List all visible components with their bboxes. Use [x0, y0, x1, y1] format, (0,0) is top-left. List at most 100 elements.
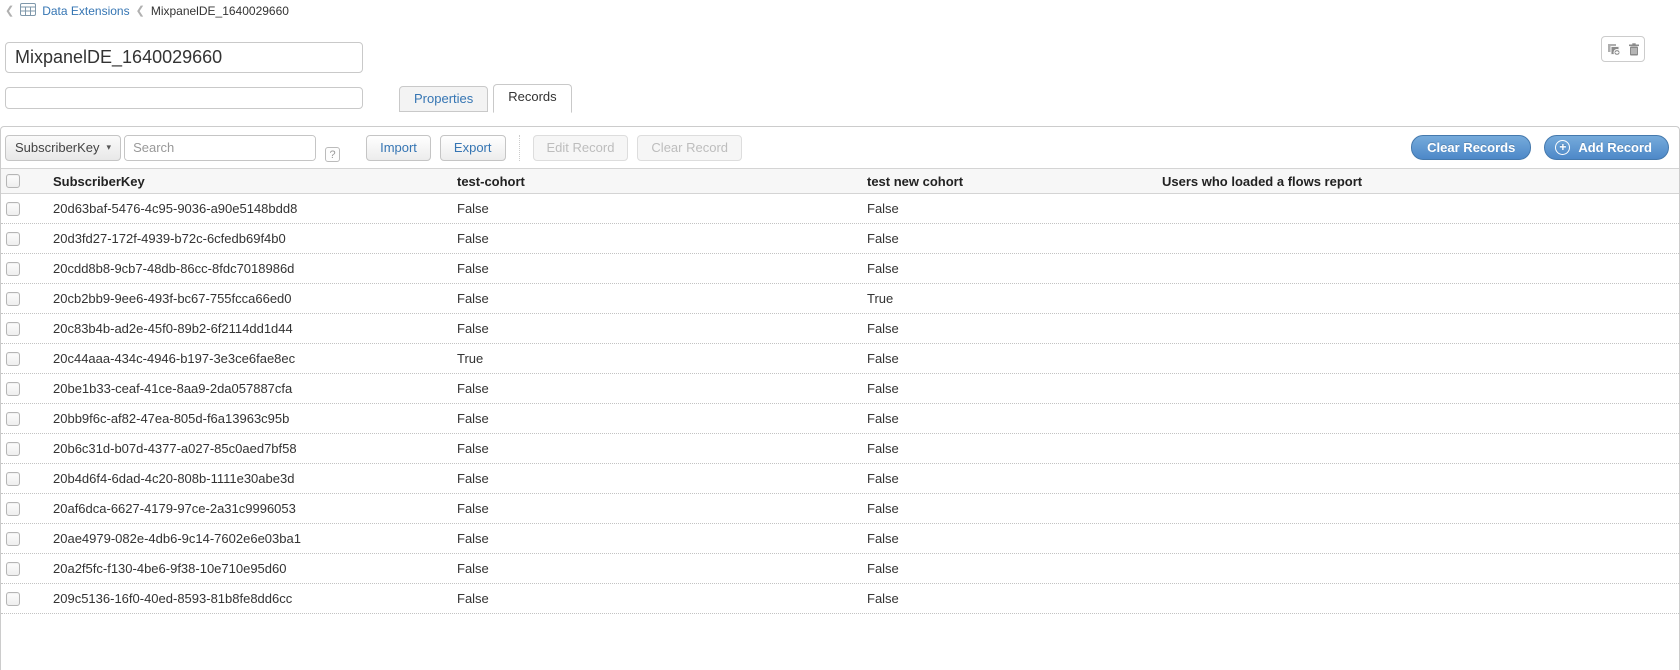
row-checkbox[interactable] [6, 202, 20, 216]
row-checkbox[interactable] [6, 382, 20, 396]
table-row: 209c5136-16f0-40ed-8593-81b8fe8dd6cc Fal… [1, 584, 1679, 614]
edit-record-button[interactable]: Edit Record [533, 135, 629, 161]
breadcrumb-current-item: MixpanelDE_1640029660 [151, 4, 289, 18]
records-toolbar: SubscriberKey ▾ ? Import Export Edi [1, 127, 1679, 168]
search-field-dropdown[interactable]: SubscriberKey ▾ [5, 135, 121, 161]
data-extension-name-input[interactable] [5, 42, 363, 73]
chevron-down-icon: ▾ [107, 142, 112, 153]
row-checkbox[interactable] [6, 292, 20, 306]
cell-subscriber-key: 20b6c31d-b07d-4377-a027-85c0aed7bf58 [49, 441, 457, 456]
row-checkbox[interactable] [6, 592, 20, 606]
data-extension-records-page: ❮ Data Extensions ❮ MixpanelDE_164002966… [0, 0, 1680, 670]
cell-test-new-cohort: False [867, 321, 1162, 336]
row-checkbox[interactable] [6, 262, 20, 276]
row-checkbox[interactable] [6, 352, 20, 366]
table-row: 20cdd8b8-9cb7-48db-86cc-8fdc7018986d Fal… [1, 254, 1679, 284]
import-button[interactable]: Import [366, 135, 431, 161]
row-checkbox[interactable] [6, 412, 20, 426]
back-chevron-icon[interactable]: ❮ [5, 6, 14, 17]
row-checkbox[interactable] [6, 322, 20, 336]
row-checkbox[interactable] [6, 562, 20, 576]
cell-test-new-cohort: False [867, 561, 1162, 576]
cell-subscriber-key: 20c44aaa-434c-4946-b197-3e3ce6fae8ec [49, 351, 457, 366]
table-row: 20b4d6f4-6dad-4c20-808b-1111e30abe3d Fal… [1, 464, 1679, 494]
row-checkbox[interactable] [6, 532, 20, 546]
cell-test-new-cohort: False [867, 351, 1162, 366]
cell-subscriber-key: 20ae4979-082e-4db6-9c14-7602e6e03ba1 [49, 531, 457, 546]
cell-test-cohort: False [457, 471, 867, 486]
select-all-checkbox[interactable] [6, 174, 20, 188]
records-panel: SubscriberKey ▾ ? Import Export Edi [0, 126, 1680, 670]
table-row: 20a2f5fc-f130-4be6-9f38-10e710e95d60 Fal… [1, 554, 1679, 584]
cell-test-cohort: False [457, 441, 867, 456]
cell-test-new-cohort: False [867, 201, 1162, 216]
cell-test-new-cohort: False [867, 471, 1162, 486]
cell-subscriber-key: 20cdd8b8-9cb7-48db-86cc-8fdc7018986d [49, 261, 457, 276]
search-box [124, 135, 316, 161]
data-extension-description-input[interactable] [5, 87, 363, 109]
cell-test-cohort: False [457, 261, 867, 276]
search-field-dropdown-label: SubscriberKey [15, 140, 100, 155]
toolbar-divider [519, 135, 520, 161]
cell-subscriber-key: 20af6dca-6627-4179-97ce-2a31c9996053 [49, 501, 457, 516]
column-header-users-flows-report[interactable]: Users who loaded a flows report [1162, 174, 1679, 189]
cell-test-cohort: False [457, 591, 867, 606]
cell-test-cohort: False [457, 531, 867, 546]
delete-data-extension-icon[interactable] [1628, 43, 1640, 56]
row-checkbox[interactable] [6, 442, 20, 456]
tab-properties[interactable]: Properties [399, 86, 488, 112]
table-header-row: SubscriberKey test-cohort test new cohor… [1, 168, 1679, 194]
cell-test-cohort: False [457, 291, 867, 306]
table-row: 20d63baf-5476-4c95-9036-a90e5148bdd8 Fal… [1, 194, 1679, 224]
column-header-test-cohort[interactable]: test-cohort [457, 174, 867, 189]
cell-subscriber-key: 20c83b4b-ad2e-45f0-89b2-6f2114dd1d44 [49, 321, 457, 336]
column-header-subscriber-key[interactable]: SubscriberKey [49, 174, 457, 189]
add-record-label: Add Record [1578, 140, 1652, 155]
clear-record-button[interactable]: Clear Record [637, 135, 742, 161]
cell-test-cohort: False [457, 321, 867, 336]
record-actions-icon-group [1601, 36, 1645, 62]
table-row: 20d3fd27-172f-4939-b72c-6cfedb69f4b0 Fal… [1, 224, 1679, 254]
export-button[interactable]: Export [440, 135, 506, 161]
search-input[interactable] [125, 136, 316, 160]
table-row: 20c44aaa-434c-4946-b197-3e3ce6fae8ec Tru… [1, 344, 1679, 374]
cell-subscriber-key: 20a2f5fc-f130-4be6-9f38-10e710e95d60 [49, 561, 457, 576]
cell-subscriber-key: 20cb2bb9-9ee6-493f-bc67-755fcca66ed0 [49, 291, 457, 306]
cell-subscriber-key: 20bb9f6c-af82-47ea-805d-f6a13963c95b [49, 411, 457, 426]
cell-subscriber-key: 20d3fd27-172f-4939-b72c-6cfedb69f4b0 [49, 231, 457, 246]
cell-test-cohort: False [457, 501, 867, 516]
copy-data-extension-icon[interactable] [1607, 43, 1621, 56]
cell-subscriber-key: 20d63baf-5476-4c95-9036-a90e5148bdd8 [49, 201, 457, 216]
cell-subscriber-key: 20b4d6f4-6dad-4c20-808b-1111e30abe3d [49, 471, 457, 486]
cell-test-cohort: False [457, 561, 867, 576]
cell-test-new-cohort: False [867, 231, 1162, 246]
cell-test-cohort: True [457, 351, 867, 366]
row-checkbox[interactable] [6, 472, 20, 486]
plus-icon: + [1555, 140, 1570, 155]
table-row: 20bb9f6c-af82-47ea-805d-f6a13963c95b Fal… [1, 404, 1679, 434]
cell-test-new-cohort: False [867, 591, 1162, 606]
cell-test-cohort: False [457, 201, 867, 216]
clear-records-button[interactable]: Clear Records [1411, 135, 1531, 160]
row-checkbox[interactable] [6, 232, 20, 246]
row-checkbox[interactable] [6, 502, 20, 516]
breadcrumb-separator-chevron: ❮ [136, 6, 145, 17]
help-icon[interactable]: ? [325, 147, 340, 162]
cell-test-new-cohort: False [867, 411, 1162, 426]
table-body: 20d63baf-5476-4c95-9036-a90e5148bdd8 Fal… [1, 194, 1679, 614]
cell-test-cohort: False [457, 381, 867, 396]
cell-test-new-cohort: False [867, 381, 1162, 396]
breadcrumb-data-extensions-link[interactable]: Data Extensions [42, 4, 129, 18]
data-extension-grid-icon [20, 3, 36, 19]
table-row: 20b6c31d-b07d-4377-a027-85c0aed7bf58 Fal… [1, 434, 1679, 464]
tab-records[interactable]: Records [493, 84, 571, 113]
cell-test-new-cohort: False [867, 441, 1162, 456]
breadcrumb: ❮ Data Extensions ❮ MixpanelDE_164002966… [5, 3, 289, 19]
table-row: 20ae4979-082e-4db6-9c14-7602e6e03ba1 Fal… [1, 524, 1679, 554]
table-row: 20c83b4b-ad2e-45f0-89b2-6f2114dd1d44 Fal… [1, 314, 1679, 344]
cell-test-new-cohort: False [867, 501, 1162, 516]
table-row: 20af6dca-6627-4179-97ce-2a31c9996053 Fal… [1, 494, 1679, 524]
column-header-test-new-cohort[interactable]: test new cohort [867, 174, 1162, 189]
add-record-button[interactable]: + Add Record [1544, 135, 1669, 160]
cell-test-cohort: False [457, 231, 867, 246]
